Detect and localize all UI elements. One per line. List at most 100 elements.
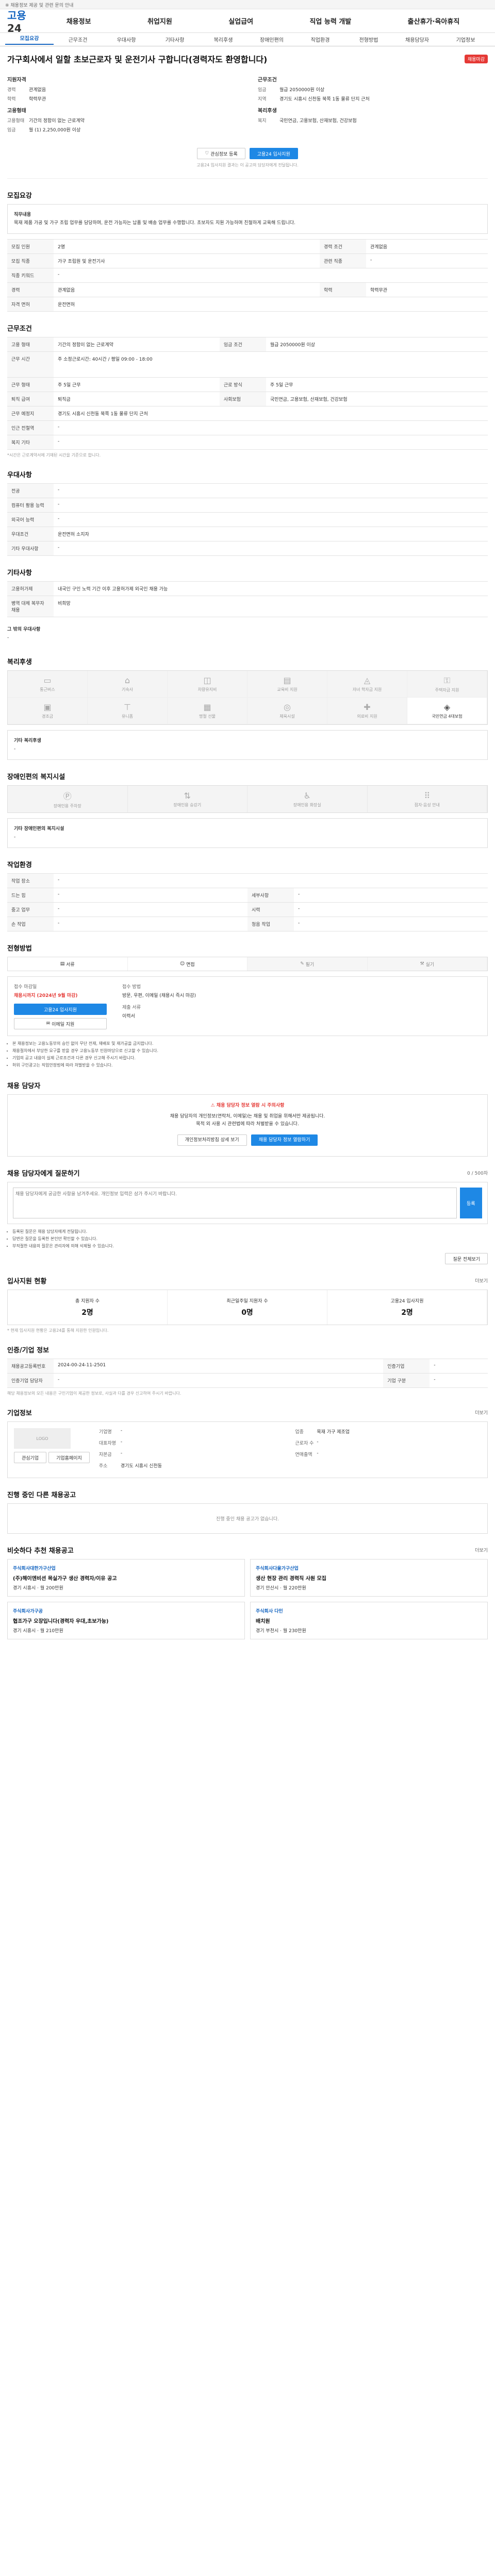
method-item: ✎ 필기: [248, 957, 368, 971]
welfare-item: ◎ 체육시설: [248, 698, 327, 724]
warning-icon: ⚠: [210, 1103, 217, 1108]
job-card[interactable]: 주식회사대한가구산업 (주)해이엔비션 목실가구 생산 경력자/이유 공고 경기 시…: [7, 1559, 245, 1597]
section-qa: 채용 담당자에게 질문하기0 / 500자 등록 등록된 질문은 채용 담당자에…: [7, 1168, 488, 1264]
info-table: 채용공고등록번호 2024-00-24-11-2501 인증기업 - 인증기업 담당자…: [7, 1359, 488, 1388]
summary-left: 지원자격 경력 관계없음 학력 학력무관 고용형태 고용형태 기간의 정함이 없는 근…: [7, 77, 85, 133]
stat-item: 고용24 입사지원 2명: [327, 1290, 487, 1325]
all-questions-button[interactable]: 질문 전체보기: [445, 1253, 488, 1264]
apply-button[interactable]: 고용24 입사지원: [249, 148, 298, 159]
section-contact: 채용 담당자 ⚠ 채용 담당자 정보 열람 시 주의사항 채용 담당자의 개인정…: [7, 1080, 488, 1157]
section-other: 진행 중인 다른 채용공고 진행 중인 채용 공고가 없습니다.: [7, 1489, 488, 1534]
tab-corp[interactable]: 기업정보: [441, 36, 490, 43]
job-card[interactable]: 주식회사 다인 배치원 경기 부천시 · 월 230만원: [250, 1602, 488, 1639]
global-nav: 고용24 채용정보 취업지원 실업급여 직업 능력 개발 출산휴가·육아휴직: [0, 7, 495, 35]
corp-more-link[interactable]: 더보기: [475, 1409, 488, 1416]
gnb-menu-support[interactable]: 취업지원: [147, 16, 172, 26]
section-tabs: 모집요강 근무조건 우대사항 기타사항 복리후생 장애인편의 직업환경 전형방법…: [0, 33, 495, 46]
mail-icon: ✉: [46, 1021, 52, 1026]
tab-etc[interactable]: 기타사항: [151, 36, 199, 43]
job-card[interactable]: 주식회사다울가구산업 생산 현장 관리 경력직 사원 모집 경기 안산시 · 월 2…: [250, 1559, 488, 1597]
doc-icon: ▤: [60, 961, 67, 967]
book-icon: ▤: [283, 675, 291, 685]
parking-icon: Ⓟ: [63, 791, 72, 801]
section-work: 근무조건 고용 형태 기간의 정함이 없는 근로계약 임금 조건 월급 2050000…: [7, 323, 488, 458]
env-table: 작업 장소 - 드는 힘 - 세부사항 - 중고 업무 - 시력 - 손 작업 - 청음 작업 -: [7, 873, 488, 931]
key-icon: ⚿: [443, 675, 451, 685]
gnb-menu-leave[interactable]: 출산휴가·육아휴직: [408, 16, 460, 26]
question-submit-button[interactable]: 등록: [459, 1188, 482, 1218]
present-icon: ▦: [203, 702, 211, 712]
job-description: 직무내용 목재 제품 가공 및 가구 조립 업무를 담당하며, 운전 가능자는 …: [7, 204, 488, 234]
fav-company-button[interactable]: 관심기업: [14, 1452, 47, 1463]
tab-contact[interactable]: 채용담당자: [393, 36, 441, 43]
stat-item: 최근일주일 지원자 수 0명: [168, 1290, 327, 1325]
method-item: ▤ 서류: [8, 957, 128, 971]
medical-icon: ✚: [364, 702, 371, 712]
section-etc: 기타사항 고용허가제 내국인 구인 노력 기간 이후 고용허가제 외국인 채용 가…: [7, 567, 488, 645]
welfare-item: ⊤ 유니폼: [88, 698, 168, 724]
contact-alert: ⚠ 채용 담당자 정보 열람 시 주의사항 채용 담당자의 개인정보(연락처, …: [7, 1094, 488, 1157]
gnb-menu: 채용정보 취업지원 실업급여 직업 능력 개발 출산휴가·육아휴직: [38, 16, 488, 26]
tab-select[interactable]: 전형방법: [344, 36, 393, 43]
welfare-item: ✚ 의료비 지원: [327, 698, 407, 724]
view-contact-button[interactable]: 채용 담당자 정보 열람하기: [251, 1134, 318, 1146]
welfare-item: ◫ 차량유지비: [168, 671, 248, 698]
tab-disabled[interactable]: 장애인편의: [248, 36, 296, 43]
tab-recruit[interactable]: 모집요강: [5, 34, 54, 45]
method-item: ☺ 면접: [127, 957, 248, 971]
welfare-item: ⚿ 주택자금 지원: [407, 671, 487, 698]
gnb-menu-jobs[interactable]: 채용정보: [67, 16, 91, 26]
similar-more-link[interactable]: 더보기: [475, 1547, 488, 1553]
tab-pref[interactable]: 우대사항: [102, 36, 151, 43]
welfare-grid: ▭ 통근버스 ⌂ 기숙사 ◫ 차량유지비 ▤ 교육비 지원 ◬ 자녀 학자금 지원 ⚿ 주택…: [7, 670, 488, 725]
gnb-menu-training[interactable]: 직업 능력 개발: [309, 16, 351, 26]
privacy-button[interactable]: 개인정보처리방침 상세 보기: [177, 1134, 247, 1146]
job-title: 가구회사에서 일할 초보근로자 및 운전기사 구합니다(경력자도 환영합니다): [7, 55, 268, 64]
top-notice-bar: ※ 채용정보 제공 및 관련 문의 안내: [0, 0, 495, 9]
gift-icon: ▣: [43, 702, 52, 712]
method-item: ⚒ 실기: [367, 957, 487, 971]
toilet-icon: ♿: [303, 790, 311, 801]
work-table: 고용 형태 기간의 정함이 없는 근로계약 임금 조건 월급 2050000원 이상 …: [7, 337, 488, 450]
car-icon: ◫: [203, 675, 211, 685]
scrap-button[interactable]: ♡ 관심정보 등록: [197, 148, 245, 159]
welfare-item: ◬ 자녀 학자금 지원: [327, 671, 407, 698]
job-card[interactable]: 주식회사가구공 협조가구 오장입니다(경력자 우대,초보가능) 경기 시흥시 · 월…: [7, 1602, 245, 1639]
question-input[interactable]: [13, 1188, 457, 1218]
recruit-table: 모집 인원 2명 경력 조건 관계없음 모집 직종 가구 조립원 및 운전기사 관련 직종…: [7, 239, 488, 312]
tab-welfare[interactable]: 복리후생: [199, 36, 248, 43]
welfare-item: ▤ 교육비 지원: [248, 671, 327, 698]
disabled-item: ♿ 장애인용 화장실: [248, 786, 368, 812]
homepage-button[interactable]: 기업홈페이지: [48, 1452, 90, 1463]
stat-item: 총 지원자 수 2명: [8, 1290, 168, 1325]
welfare-item: ▣ 경조금: [8, 698, 88, 724]
tab-work[interactable]: 근무조건: [54, 36, 102, 43]
section-corp: 기업정보 더보기 LOGO 관심기업 기업홈페이지 기업명 - 업종 목재 가구 제조…: [7, 1408, 488, 1478]
section-info: 인증/기업 정보 채용공고등록번호 2024-00-24-11-2501 인증기업 -…: [7, 1345, 488, 1396]
tab-env[interactable]: 직업환경: [296, 36, 344, 43]
stats-box: 총 지원자 수 2명 최근일주일 지원자 수 0명 고용24 입사지원 2명: [7, 1290, 488, 1325]
company-logo: LOGO: [14, 1428, 71, 1449]
select-notes: 본 채용정보는 고용노동부의 승인 없이 무단 전재, 재배포 및 재가공을 금…: [7, 1040, 488, 1069]
stats-more-link[interactable]: 더보기: [475, 1277, 488, 1284]
welfare-item: ▭ 통근버스: [8, 671, 88, 698]
apply-button-2[interactable]: 고용24 입사지원: [14, 1004, 107, 1015]
section-select: 전형방법 ▤ 서류 ☺ 면접 ✎ 필기 ⚒ 실기 접수 마감일 채용시까지 (2…: [7, 943, 488, 1069]
section-disabled: 장애인편의 복지시설 Ⓟ 장애인용 주차장 ⇅ 장애인용 승강기 ♿ 장애인용 화장실…: [7, 771, 488, 848]
section-env: 작업환경 작업 장소 - 드는 힘 - 세부사항 - 중고 업무 - 시력 - 손 작업 - 청음…: [7, 859, 488, 931]
pencil-icon: ✎: [300, 961, 306, 967]
gnb-menu-benefit[interactable]: 실업급여: [228, 16, 253, 26]
welfare-item-active: ◈ 국민연금 4대보험: [407, 698, 487, 724]
site-logo[interactable]: 고용24: [7, 7, 38, 35]
disabled-item: ⠿ 점자·음성 안내: [367, 786, 487, 812]
email-apply-button[interactable]: ✉ 이메일 지원: [14, 1018, 107, 1029]
disabled-grid: Ⓟ 장애인용 주차장 ⇅ 장애인용 승강기 ♿ 장애인용 화장실 ⠿ 점자·음성 안내: [7, 785, 488, 813]
summary-right: 근무조건 임금 월급 2050000원 이상 지역 경기도 시흥시 신천동 북쪽 1…: [258, 77, 370, 124]
job-title-box: 가구회사에서 일할 초보근로자 및 운전기사 구합니다(경력자도 환영합니다) …: [7, 46, 488, 179]
cap-icon: ◬: [364, 675, 371, 685]
shirt-icon: ⊤: [124, 702, 131, 712]
section-recruit: 모집요강 직무내용 목재 제품 가공 및 가구 조립 업무를 담당하며, 운전 …: [7, 190, 488, 312]
house-icon: ⌂: [124, 675, 130, 685]
section-welfare: 복리후생 ▭ 통근버스 ⌂ 기숙사 ◫ 차량유지비 ▤ 교육비 지원 ◬ 자녀 학자금 지…: [7, 656, 488, 760]
shield-icon: ◈: [443, 702, 451, 712]
